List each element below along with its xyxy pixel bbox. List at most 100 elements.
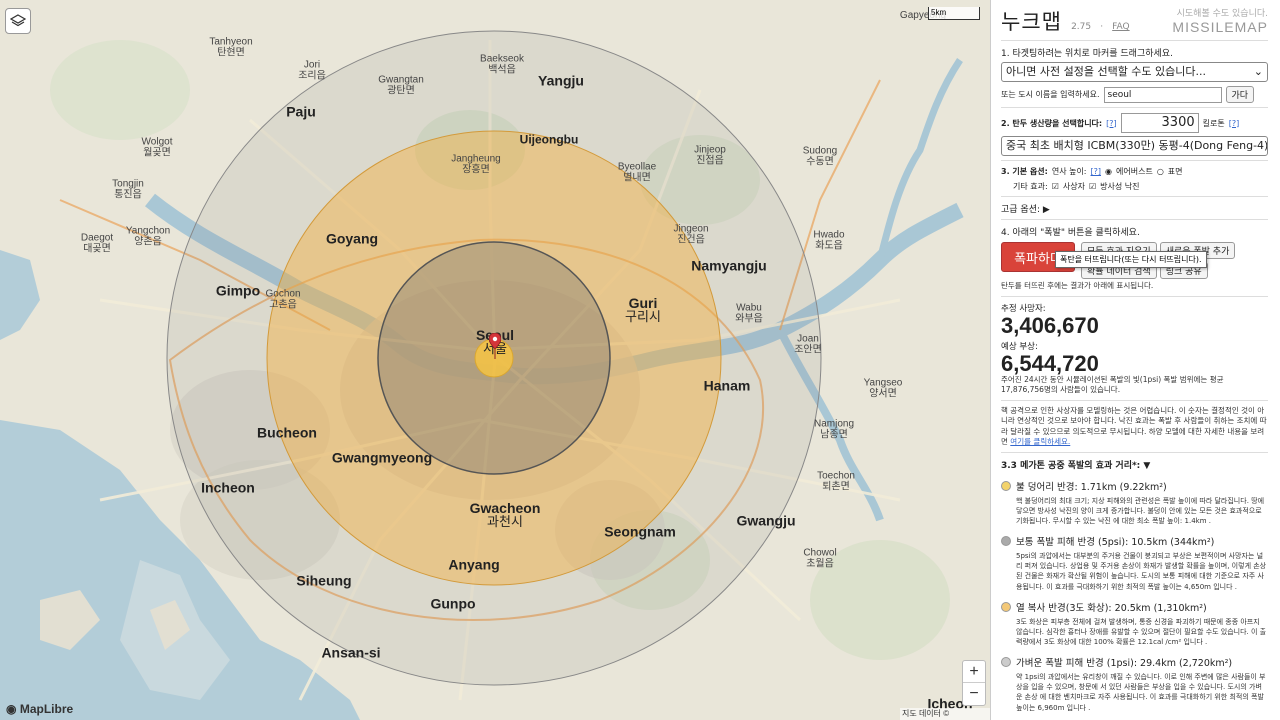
step1-section: 1. 타겟팅하려는 위치로 마커를 드래그하세요. 아니면 사전 설정을 선택할… [1001, 40, 1268, 107]
map-canvas[interactable]: Paju Yangju Uijeongbu Goyang Gimpo Namya… [0, 0, 990, 720]
place-baekseok: Baekseok 백석읍 [480, 53, 524, 75]
place-uijeongbu: Uijeongbu [519, 132, 579, 147]
place-incheon: Incheon [201, 479, 255, 496]
casualties-label: 사상자 [1062, 182, 1085, 191]
effect-description: 5psi의 과압에서는 대부분의 주거용 건물이 붕괴되고 부상은 보편적이며 … [1016, 552, 1267, 591]
effect-title: 열 복사 반경(3도 화상): 20.5km (1,310km²) [1016, 602, 1207, 614]
place-ansan: Ansan-si [321, 644, 381, 661]
place-daegot: Daegot 대곶면 [80, 232, 114, 254]
place-gwangtan: Gwangtan 광탄면 [378, 74, 424, 96]
fallout-checkbox[interactable]: ☑ [1089, 182, 1096, 191]
place-bucheon: Bucheon [257, 424, 317, 441]
effect-item: 가벼운 폭발 피해 반경 (1psi): 29.4km (2,720km²) 약 … [1001, 655, 1268, 713]
layers-button[interactable] [5, 8, 31, 34]
height-help-link[interactable]: [?] [1091, 167, 1102, 176]
effect-item: 불 덩어리 반경: 1.71km (9.22km²) 핵 불덩어리의 최대 크기;… [1001, 479, 1268, 526]
yield-unit: 킬로톤 [1202, 118, 1225, 128]
nukemap-app: Paju Yangju Uijeongbu Goyang Gimpo Namya… [0, 0, 1280, 720]
place-gwangmyeong: Gwangmyeong [331, 449, 433, 466]
place-jangheung: Jangheung 장흥면 [451, 153, 501, 175]
weapon-select[interactable]: 중국 최초 배치형 ICBM(330만) 동평-4(Dong Feng-4) [1001, 136, 1268, 156]
effect-item: 보통 폭발 피해 반경 (5psi): 10.5km (344km²) 5psi의… [1001, 534, 1268, 592]
effects-header[interactable]: 3.3 메가톤 공중 폭발의 효과 거리*: ▼ [1001, 461, 1150, 471]
other-effects-label: 기타 효과: [1013, 182, 1048, 191]
effect-color-dot[interactable] [1001, 657, 1011, 668]
effect-color-dot[interactable] [1001, 480, 1011, 491]
place-gochon: Gochon 고촌읍 [265, 288, 301, 310]
place-gunpo: Gunpo [430, 595, 476, 612]
detonate-note: 탄두를 터뜨린 후에는 결과가 아래에 표시됩니다. [1001, 281, 1154, 290]
place-sudong: Sudong 수동면 [802, 145, 838, 167]
zoom-control: + − [962, 660, 986, 706]
more-info-link[interactable]: 여기를 클릭하세요. [1010, 437, 1070, 446]
chevron-down-icon: ⌄ [1253, 65, 1263, 78]
place-seongnam: Seongnam [604, 523, 676, 540]
deaths-label: 추정 사망자: [1001, 303, 1046, 314]
casualties-checkbox[interactable]: ☑ [1052, 182, 1059, 191]
unit-help-link[interactable]: [?] [1229, 119, 1240, 128]
effect-color-dot[interactable] [1001, 601, 1011, 612]
airburst-radio[interactable]: ◉ [1105, 167, 1112, 176]
preset-select[interactable]: 아니면 사전 설정을 선택할 수도 있습니다... ⌄ [1001, 62, 1268, 82]
expand-arrow-icon: ▶ [1042, 205, 1050, 215]
map-scale: 5km [928, 7, 980, 20]
place-paju: Paju [286, 103, 316, 120]
detonate-tooltip: 폭탄을 터뜨립니다(또는 다시 터뜨립니다). [1055, 251, 1207, 268]
place-gwangju: Gwangju [736, 512, 796, 529]
zoom-out-button[interactable]: − [963, 683, 985, 705]
maplibre-logo[interactable]: ◉ MapLibre [6, 702, 73, 716]
place-gimpo: Gimpo [215, 282, 261, 299]
effect-title: 불 덩어리 반경: 1.71km (9.22km²) [1016, 481, 1167, 493]
effect-color-dot[interactable] [1001, 536, 1011, 547]
place-toechon: Toechon 퇴촌면 [817, 470, 855, 492]
step2-label: 2. 탄두 생산량을 선택합니다: [1001, 118, 1103, 128]
place-byeollae: Byeollae 별내면 [617, 161, 657, 183]
place-namjong: Namjong 남종면 [813, 418, 855, 440]
faq-link[interactable]: FAQ [1112, 22, 1129, 32]
zoom-in-button[interactable]: + [963, 661, 985, 683]
step4-label: 4. 아래의 "폭발" 버튼을 클릭하세요. [1001, 228, 1140, 238]
advanced-options[interactable]: 고급 옵션: ▶ [1001, 196, 1268, 219]
tagline: 시도해볼 수도 있습니다. [1176, 9, 1268, 19]
go-button[interactable]: 가다 [1225, 86, 1255, 103]
place-goyang: Goyang [325, 230, 379, 247]
app-title: 누크맵 [1001, 10, 1062, 34]
place-hwado: Hwado 화도읍 [813, 229, 845, 251]
effect-item: 열 복사 반경(3도 화상): 20.5km (1,310km²) 3도 화상은 … [1001, 600, 1268, 647]
place-joan: Joan 조안면 [794, 333, 822, 355]
effect-title: 보통 폭발 피해 반경 (5psi): 10.5km (344km²) [1016, 537, 1215, 549]
version: 2.75 [1071, 22, 1092, 32]
place-gwacheon: Gwacheon 과천시 [469, 499, 541, 530]
fallout-label: 방사성 낙진 [1100, 182, 1140, 191]
place-wolgot: Wolgot 월곶면 [141, 136, 173, 158]
yield-input[interactable]: 3300 [1120, 113, 1199, 133]
disclaimer: 핵 공격으로 인한 사상자를 모델링하는 것은 어렵습니다. 이 숫자는 결정적… [1001, 399, 1268, 452]
results-section: 추정 사망자: 3,406,670 예상 부상: 6,544,720 주어진 2… [1001, 295, 1268, 400]
step2-section: 2. 탄두 생산량을 선택합니다: [?] 3300 킬로톤 [?] 중국 최초… [1001, 107, 1268, 160]
place-anyang: Anyang [448, 556, 500, 573]
injuries-label: 예상 부상: [1001, 341, 1038, 352]
maplibre-icon: ◉ [6, 702, 17, 716]
place-yangchon: Yangchon 양촌읍 [125, 225, 171, 247]
control-panel: 누크맵 2.75 · FAQ 시도해볼 수도 있습니다. MISSILEMAP … [990, 0, 1280, 720]
city-input[interactable]: seoul [1103, 86, 1222, 103]
missilemap-link[interactable]: MISSILEMAP [1172, 19, 1268, 35]
map-attribution[interactable]: 지도 데이터 © OpenStreetMap [900, 708, 990, 720]
surface-radio[interactable]: ○ [1157, 167, 1164, 176]
place-tongjin: Tongjin 통진읍 [112, 178, 144, 200]
range-note: 주어진 24시간 동안 시뮬레이션된 폭발의 빛(1psi) 폭발 범위에는 평… [1001, 374, 1224, 395]
step3-label: 3. 기본 옵션: [1001, 167, 1048, 176]
place-guri: Guri 구리시 [625, 294, 661, 325]
place-yangju: Yangju [538, 72, 584, 89]
layers-icon [10, 14, 26, 27]
injuries-value: 6,544,720 [1001, 350, 1099, 376]
effects-section: 3.3 메가톤 공중 폭발의 효과 거리*: ▼ 불 덩어리 반경: 1.71k… [1001, 451, 1268, 717]
surface-label: 표면 [1167, 167, 1183, 176]
place-namyangju: Namyangju [691, 257, 767, 274]
place-wabu: Wabu 와부읍 [735, 302, 763, 324]
city-label: 또는 도시 이름을 입력하세요. [1001, 90, 1100, 99]
step1-label: 1. 타겟팅하려는 위치로 마커를 드래그하세요. [1001, 49, 1173, 59]
yield-help-link[interactable]: [?] [1106, 119, 1117, 128]
target-marker[interactable] [488, 332, 502, 363]
place-jori: Jori 조리읍 [298, 59, 326, 81]
